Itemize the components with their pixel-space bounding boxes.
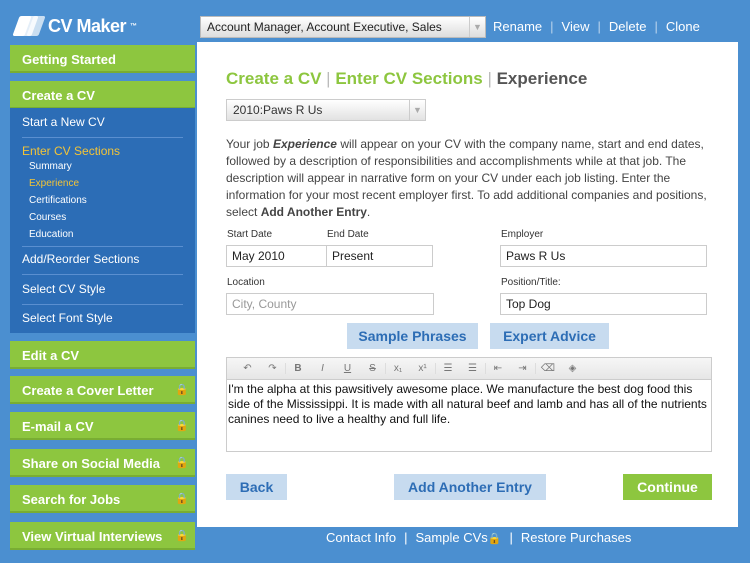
bold-icon[interactable]: B xyxy=(285,363,310,374)
nav-edit-cv[interactable]: Edit a CV xyxy=(10,341,195,369)
employer-label: Employer xyxy=(501,229,544,240)
cv-actions: Rename | View | Delete | Clone xyxy=(493,19,700,34)
remove-format-icon[interactable]: ⌫ xyxy=(535,363,560,374)
footer-links: Contact Info | Sample CVs🔒 | Restore Purch… xyxy=(326,530,632,545)
nav-label: E-mail a CV xyxy=(22,419,94,434)
nav-section-experience[interactable]: Experience xyxy=(29,178,79,189)
breadcrumb-experience: Experience xyxy=(496,69,588,88)
editor-toolbar: ↶ ↷ BIUS x₁ x¹ ☰ ☰ ⇤ ⇥ ⌫ ◈ xyxy=(227,358,711,380)
nav-label: Edit a CV xyxy=(22,348,80,363)
restore-purchases-link[interactable]: Restore Purchases xyxy=(521,530,632,545)
continue-button[interactable]: Continue xyxy=(623,474,712,500)
subscript-icon[interactable]: x₁ xyxy=(385,363,410,374)
employer-field[interactable]: Paws R Us xyxy=(500,245,707,267)
nav-virtual-interviews[interactable]: View Virtual Interviews 🔒 xyxy=(10,522,195,550)
nav-select-font-style[interactable]: Select Font Style xyxy=(22,311,113,325)
logo-tm: ™ xyxy=(130,22,137,30)
sample-phrases-button[interactable]: Sample Phrases xyxy=(347,323,478,349)
undo-icon[interactable]: ↶ xyxy=(235,363,260,374)
add-another-entry-button[interactable]: Add Another Entry xyxy=(394,474,546,500)
lock-icon: 🔒 xyxy=(175,457,189,469)
breadcrumb-create-cv[interactable]: Create a CV xyxy=(226,69,321,88)
create-cv-submenu: Start a New CV Enter CV Sections Summary… xyxy=(10,108,195,333)
nav-label: Search for Jobs xyxy=(22,492,121,507)
nav-start-new-cv[interactable]: Start a New CV xyxy=(22,115,105,129)
breadcrumb-enter-sections[interactable]: Enter CV Sections xyxy=(335,69,482,88)
nav-search-jobs[interactable]: Search for Jobs 🔒 xyxy=(10,485,195,513)
nav-share-social[interactable]: Share on Social Media 🔒 xyxy=(10,449,195,477)
rename-link[interactable]: Rename xyxy=(493,19,542,34)
app-logo: CV Maker ™ xyxy=(12,14,137,38)
redo-icon[interactable]: ↷ xyxy=(260,363,285,374)
entry-select-value: 2010:Paws R Us xyxy=(233,103,323,117)
back-button[interactable]: Back xyxy=(226,474,287,500)
underline-icon[interactable]: U xyxy=(335,363,360,374)
strikethrough-icon[interactable]: S xyxy=(360,363,385,374)
delete-link[interactable]: Delete xyxy=(609,19,647,34)
editor-content[interactable]: I'm the alpha at this pawsitively awesom… xyxy=(227,380,711,429)
chevron-down-icon: ▼ xyxy=(469,17,485,37)
sample-cvs-label: Sample CVs xyxy=(415,530,488,545)
nav-label: Share on Social Media xyxy=(22,456,160,471)
superscript-icon[interactable]: x¹ xyxy=(410,363,435,374)
cv-select-value: Account Manager, Account Executive, Sale… xyxy=(207,20,442,34)
nav-label: View Virtual Interviews xyxy=(22,529,163,544)
sample-cvs-link[interactable]: Sample CVs🔒 xyxy=(416,530,502,545)
lock-icon: 🔒 xyxy=(175,530,189,542)
view-link[interactable]: View xyxy=(562,19,590,34)
lock-icon: 🔒 xyxy=(487,533,502,545)
end-date-label: End Date xyxy=(327,229,369,240)
cv-select[interactable]: Account Manager, Account Executive, Sale… xyxy=(200,16,486,38)
breadcrumb: Create a CV | Enter CV Sections | Experi… xyxy=(226,69,588,88)
nav-section-courses[interactable]: Courses xyxy=(29,212,66,223)
position-field[interactable]: Top Dog xyxy=(500,293,707,315)
source-code-icon[interactable]: ◈ xyxy=(560,363,585,374)
nav-create-cv[interactable]: Create a CV xyxy=(10,81,195,109)
expert-advice-button[interactable]: Expert Advice xyxy=(490,323,609,349)
lock-icon: 🔒 xyxy=(175,420,189,432)
clone-link[interactable]: Clone xyxy=(666,19,700,34)
nav-section-education[interactable]: Education xyxy=(29,229,73,240)
entry-select[interactable]: 2010:Paws R Us ▼ xyxy=(226,99,426,121)
nav-email-cv[interactable]: E-mail a CV 🔒 xyxy=(10,412,195,440)
end-date-field[interactable]: Present xyxy=(326,245,433,267)
lock-icon: 🔒 xyxy=(175,493,189,505)
nav-enter-cv-sections[interactable]: Enter CV Sections xyxy=(22,144,120,158)
nav-getting-started[interactable]: Getting Started xyxy=(10,45,195,73)
nav-section-certifications[interactable]: Certifications xyxy=(29,195,87,206)
start-date-label: Start Date xyxy=(227,229,273,240)
indent-icon[interactable]: ⇥ xyxy=(510,363,535,374)
nav-cover-letter[interactable]: Create a Cover Letter 🔒 xyxy=(10,376,195,404)
nav-add-reorder[interactable]: Add/Reorder Sections xyxy=(22,252,139,266)
logo-icon xyxy=(12,14,46,38)
position-label: Position/Title: xyxy=(501,277,561,288)
location-field[interactable]: City, County xyxy=(226,293,434,315)
logo-text: CV Maker xyxy=(48,15,127,36)
italic-icon[interactable]: I xyxy=(310,363,335,374)
chevron-down-icon: ▼ xyxy=(409,100,425,120)
start-date-field[interactable]: May 2010 xyxy=(226,245,327,267)
description-editor: ↶ ↷ BIUS x₁ x¹ ☰ ☰ ⇤ ⇥ ⌫ ◈ I'm the alpha at t… xyxy=(226,357,712,452)
nav-section-summary[interactable]: Summary xyxy=(29,161,72,172)
location-label: Location xyxy=(227,277,265,288)
nav-label: Create a Cover Letter xyxy=(22,383,154,398)
instructions: Your job Experience will appear on your … xyxy=(226,137,707,219)
nav-select-cv-style[interactable]: Select CV Style xyxy=(22,282,105,296)
ordered-list-icon[interactable]: ☰ xyxy=(435,363,460,374)
outdent-icon[interactable]: ⇤ xyxy=(485,363,510,374)
contact-info-link[interactable]: Contact Info xyxy=(326,530,396,545)
unordered-list-icon[interactable]: ☰ xyxy=(460,363,485,374)
lock-icon: 🔒 xyxy=(175,384,189,396)
